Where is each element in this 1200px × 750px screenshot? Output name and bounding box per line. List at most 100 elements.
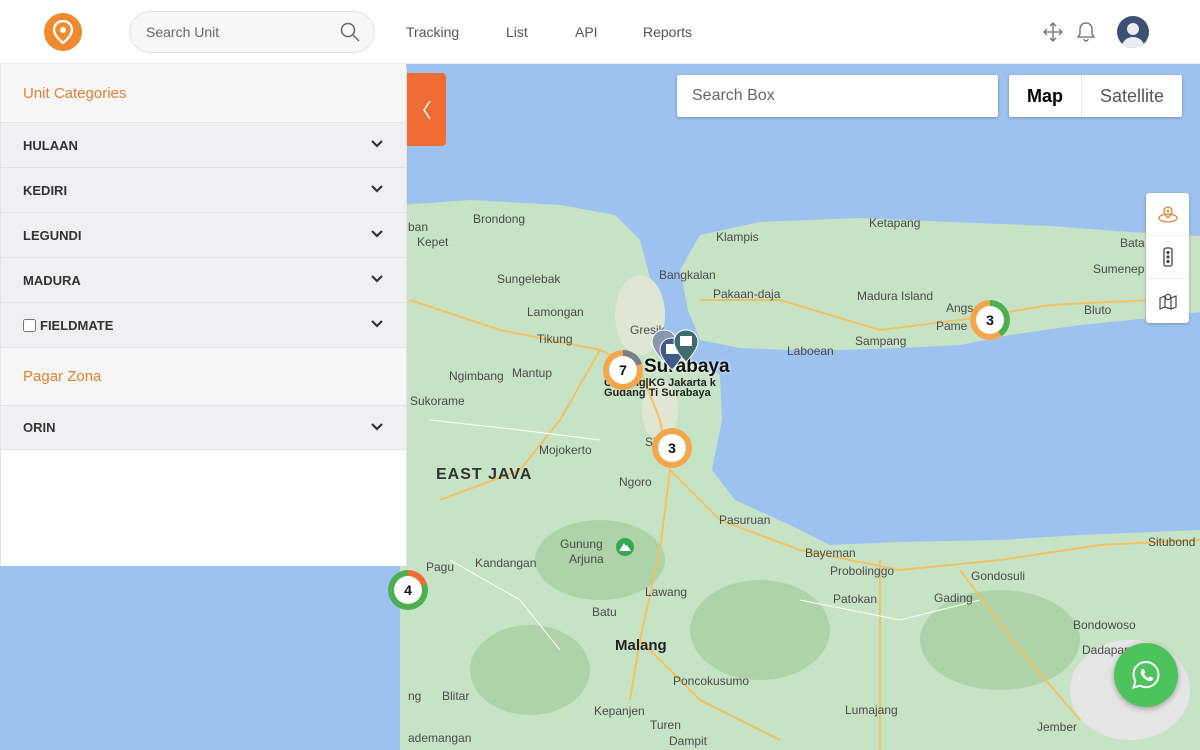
user-avatar[interactable]: [1117, 16, 1149, 48]
category-legundi[interactable]: LEGUNDI: [1, 212, 406, 257]
map-cluster-count: 4: [394, 576, 422, 604]
map-cluster-count: 7: [609, 356, 637, 384]
category-kediri[interactable]: KEDIRI: [1, 167, 406, 212]
bell-icon[interactable]: [1076, 20, 1096, 44]
map-label: Probolinggo: [830, 564, 895, 578]
chevron-down-icon[interactable]: [370, 184, 384, 194]
map-label: Sukorame: [410, 394, 465, 408]
map-label: Sampang: [855, 334, 907, 348]
map-label: Brondong: [473, 212, 526, 226]
chevron-left-icon: [422, 100, 431, 119]
map-label: Bangkalan: [659, 268, 716, 282]
map-label: Situbond: [1148, 535, 1196, 549]
zone-title: Pagar Zona: [1, 347, 406, 405]
map-label: Angs: [946, 301, 974, 315]
map-label: Sumenep: [1093, 262, 1145, 276]
move-arrows-icon[interactable]: [1042, 20, 1064, 44]
nav-tracking[interactable]: Tracking: [406, 0, 459, 64]
map-tool-traffic[interactable]: [1146, 236, 1189, 279]
map-label: Bata: [1120, 236, 1145, 250]
category-label: FIELDMATE: [40, 317, 114, 333]
map-label: Gunung: [560, 537, 603, 551]
map-label: ademangan: [408, 731, 472, 745]
map-label: EAST JAVA: [436, 466, 533, 483]
map-label: Bluto: [1084, 303, 1112, 317]
category-hulaan[interactable]: HULAAN: [1, 122, 406, 167]
nav-api[interactable]: API: [575, 0, 598, 64]
chevron-down-icon[interactable]: [370, 229, 384, 239]
map-label: Dampit: [669, 734, 708, 748]
whatsapp-button[interactable]: [1114, 643, 1178, 707]
category-label: MADURA: [23, 272, 81, 288]
category-checkbox[interactable]: [23, 318, 36, 332]
map-cluster-count: 3: [976, 306, 1004, 334]
chevron-down-icon[interactable]: [370, 319, 384, 329]
map-cluster[interactable]: 3: [652, 428, 692, 468]
user-icon: [1121, 23, 1145, 48]
map-label: Tikung: [537, 332, 573, 346]
map-label: Jember: [1037, 720, 1078, 734]
map-search-input[interactable]: [677, 75, 998, 117]
map-type-map[interactable]: Map: [1009, 75, 1082, 117]
map-label: Mojokerto: [539, 443, 592, 457]
map-label: Kepet: [417, 235, 449, 249]
category-madura[interactable]: MADURA: [1, 257, 406, 302]
map-type-toggle: Map Satellite: [1009, 75, 1183, 117]
chevron-down-icon[interactable]: [370, 422, 384, 432]
traffic-light-icon: [1162, 247, 1173, 267]
collapse-sidebar-button[interactable]: [407, 73, 446, 146]
map-layers-icon: [1158, 293, 1177, 310]
map-cluster[interactable]: 3: [970, 300, 1010, 340]
chevron-down-icon[interactable]: [370, 274, 384, 284]
search-unit-input[interactable]: [146, 12, 336, 52]
app-logo[interactable]: [44, 13, 82, 51]
unit-sidebar: Unit Categories HULAAN KEDIRI LEGUNDI MA…: [0, 64, 407, 566]
map-type-satellite[interactable]: Satellite: [1082, 75, 1182, 117]
map-label: Poncokusumo: [673, 674, 750, 688]
map-cluster[interactable]: 7: [603, 350, 643, 390]
map-label: Lawang: [645, 585, 688, 599]
map-label: Laboean: [787, 344, 834, 358]
map-label: Kandangan: [475, 556, 537, 570]
map-label: Pame: [936, 319, 968, 333]
map-label: Arjuna: [569, 552, 604, 566]
map-label: Ngoro: [619, 475, 652, 489]
map-label: Blitar: [442, 689, 470, 703]
map-label: Ketapang: [869, 216, 921, 230]
map-label: Batu: [592, 605, 617, 619]
map-label: Bayeman: [805, 546, 856, 560]
map-label: Turen: [650, 718, 681, 732]
map-label: Gading: [934, 591, 973, 605]
nav-list[interactable]: List: [506, 0, 528, 64]
chevron-down-icon[interactable]: [370, 139, 384, 149]
map-label: Pasuruan: [719, 513, 771, 527]
map-tool-layers[interactable]: [1146, 279, 1189, 322]
search-unit-box: [129, 11, 375, 53]
category-label: HULAAN: [23, 137, 78, 153]
map-label: Kepanjen: [594, 704, 645, 718]
vehicle-marker-icon[interactable]: [650, 328, 706, 378]
map-label: Bondowoso: [1073, 618, 1136, 632]
map-search-box: [677, 75, 998, 117]
map-label: ban: [408, 220, 429, 234]
search-icon[interactable]: [340, 22, 360, 42]
zone-orin[interactable]: ORIN: [1, 405, 406, 450]
map-label: Mantup: [512, 366, 553, 380]
map-tools-panel: [1146, 193, 1189, 323]
map-label: Pakaan-daja: [713, 287, 781, 301]
location-pin-icon: [52, 20, 74, 44]
map-label: Pagu: [426, 560, 455, 574]
map-label: Ngimbang: [449, 369, 504, 383]
map-label: ng: [408, 689, 422, 703]
map-cluster[interactable]: 4: [388, 570, 428, 610]
category-label: KEDIRI: [23, 182, 68, 198]
unit-categories-title: Unit Categories: [1, 64, 406, 122]
category-fieldmate[interactable]: FIELDMATE: [1, 302, 406, 347]
map-label: Lumajang: [845, 703, 898, 717]
map-tool-geofence[interactable]: [1146, 193, 1189, 236]
geofence-pin-icon: [1157, 206, 1178, 223]
nav-reports[interactable]: Reports: [643, 0, 692, 64]
map-label: Sungelebak: [497, 272, 561, 286]
map-label: Lamongan: [527, 305, 584, 319]
map-label: Patokan: [833, 592, 878, 606]
